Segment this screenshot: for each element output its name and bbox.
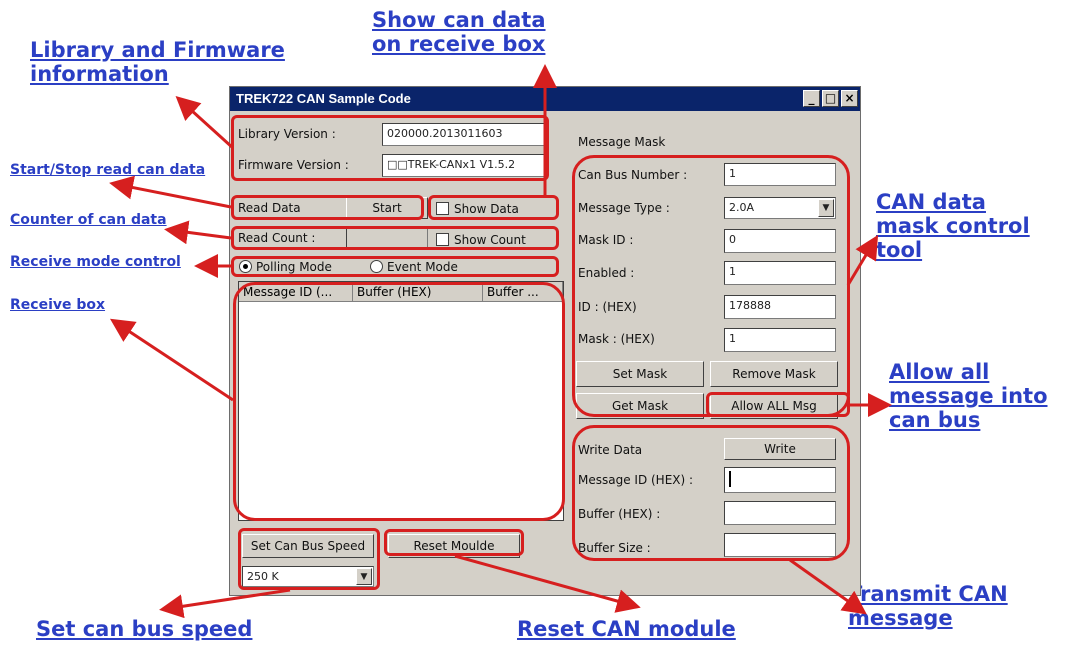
annotation-line: CAN data xyxy=(876,190,986,214)
annotation-line: can bus xyxy=(889,408,981,433)
highlight-mask-panel xyxy=(572,155,850,417)
highlight-library-firmware xyxy=(231,115,549,181)
highlight-set-speed xyxy=(238,528,380,590)
annotation-line: mask control xyxy=(876,214,1030,239)
annotation-transmit: Transmit CAN message xyxy=(848,582,1008,630)
annotation-line: Library and Firmware xyxy=(30,38,285,62)
annotation-line: information xyxy=(30,62,169,87)
annotation-receive-box: Receive box xyxy=(10,297,106,313)
arrow-receive-box xyxy=(109,318,234,402)
annotation-show-can-data: Show can data on receive box xyxy=(372,8,546,56)
arrow-library xyxy=(175,95,235,150)
highlight-show-data xyxy=(428,195,559,220)
annotation-start-stop: Start/Stop read can data xyxy=(10,162,206,178)
arrow-start-stop xyxy=(109,175,232,209)
highlight-write-panel xyxy=(572,425,850,561)
annotation-can-mask: CAN data mask control tool xyxy=(876,190,1030,262)
title-bar: TREK722 CAN Sample Code _ □ × xyxy=(230,87,860,111)
annotation-line: message into xyxy=(889,384,1048,409)
annotation-set-speed: Set can bus speed xyxy=(36,617,253,641)
highlight-read-data xyxy=(231,195,424,220)
annotation-line: Allow all xyxy=(889,360,990,384)
highlight-receive-mode xyxy=(231,256,559,277)
highlight-receive-box xyxy=(233,282,565,521)
annotation-line: message xyxy=(848,606,953,631)
annotation-line: tool xyxy=(876,238,923,263)
arrow-counter xyxy=(164,220,232,245)
annotation-receive-mode: Receive mode control xyxy=(10,254,181,270)
highlight-read-count xyxy=(231,226,559,250)
highlight-allow-all xyxy=(706,392,850,417)
annotation-line: on receive box xyxy=(372,32,546,57)
highlight-reset xyxy=(384,529,524,556)
annotation-line: Show can data xyxy=(372,8,546,32)
annotation-line: Transmit CAN xyxy=(848,582,1008,606)
annotation-reset-module: Reset CAN module xyxy=(517,617,736,641)
window-title: TREK722 CAN Sample Code xyxy=(236,91,411,106)
maximize-icon[interactable]: □ xyxy=(822,90,839,107)
annotation-counter: Counter of can data xyxy=(10,212,167,228)
close-icon[interactable]: × xyxy=(841,90,858,107)
minimize-icon[interactable]: _ xyxy=(803,90,820,107)
annotation-library-firmware: Library and Firmware information xyxy=(30,38,285,86)
annotation-allow-all: Allow all message into can bus xyxy=(889,360,1048,432)
message-mask-title: Message Mask xyxy=(578,135,666,149)
